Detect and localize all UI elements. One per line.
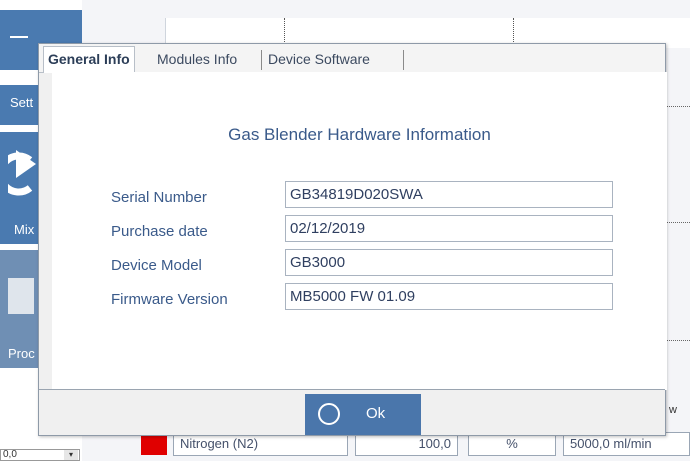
dialog-heading: Gas Blender Hardware Information	[228, 125, 491, 144]
serial-number-field[interactable]	[285, 181, 613, 208]
tab-device-software[interactable]: Device Software	[264, 47, 374, 72]
firmware-version-field[interactable]	[285, 283, 613, 310]
gas-color-swatch	[141, 433, 167, 455]
sidebar-item-label: Mix	[14, 222, 35, 237]
purchase-date-field[interactable]	[285, 215, 613, 242]
device-model-field[interactable]	[285, 249, 613, 276]
document-icon	[8, 278, 34, 314]
ok-button[interactable]: Ok	[305, 394, 421, 435]
flow-column-header: w	[669, 404, 677, 416]
row-divider	[665, 340, 690, 341]
circle-icon	[318, 403, 340, 425]
tab-separator	[261, 50, 262, 70]
redo-arrow-icon	[8, 150, 36, 196]
serial-number-label: Serial Number	[111, 189, 207, 206]
tab-general-info[interactable]: General Info	[43, 46, 135, 73]
stepper-down-icon[interactable]: ▾	[64, 450, 78, 460]
tab-strip: General Info Modules Info Device Softwar…	[39, 44, 665, 73]
dialog-footer-divider	[39, 389, 665, 390]
tab-modules-info[interactable]: Modules Info	[153, 47, 241, 72]
device-model-label: Device Model	[111, 257, 202, 274]
menu-icon	[10, 36, 28, 38]
ok-button-label: Ok	[366, 405, 386, 422]
row-divider	[665, 222, 690, 223]
general-info-panel: Gas Blender Hardware Information Serial …	[52, 72, 667, 390]
tab-separator	[403, 50, 404, 70]
purchase-date-label: Purchase date	[111, 223, 208, 240]
sidebar-item-label: Sett	[10, 95, 34, 110]
sidebar-item-label: Proc	[8, 346, 35, 361]
firmware-version-label: Firmware Version	[111, 291, 228, 308]
hardware-info-dialog: General Info Modules Info Device Softwar…	[38, 43, 667, 436]
row-divider	[665, 106, 690, 107]
